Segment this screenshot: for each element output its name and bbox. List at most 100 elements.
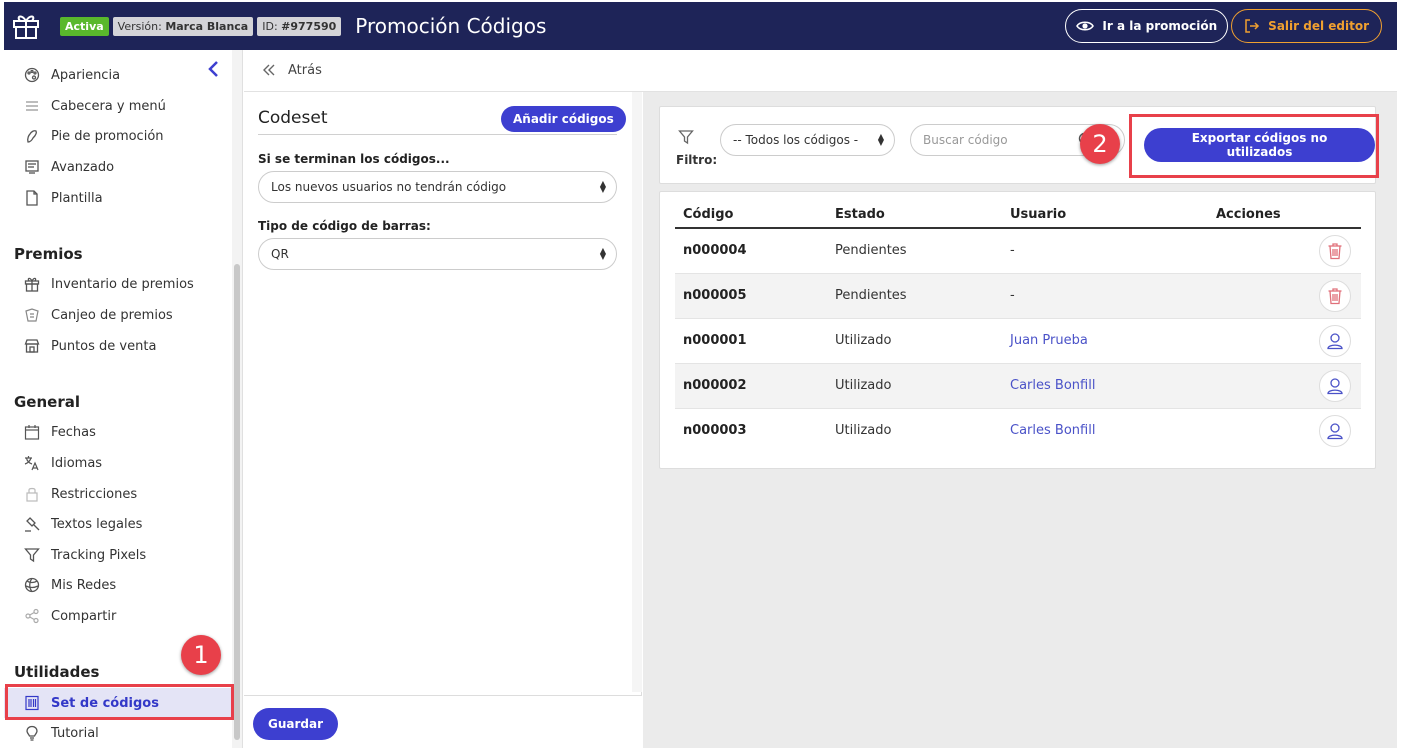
sidebar-item-textos-legales[interactable]: Textos legales [4, 509, 232, 539]
sidebar-item-tutorial[interactable]: Tutorial [4, 718, 232, 748]
go-to-promotion-button[interactable]: Ir a la promoción [1065, 9, 1229, 43]
version-badge: Versión: Marca Blanca [112, 16, 254, 36]
column-header-actions: Acciones [1216, 207, 1281, 222]
sidebar-item-label: Inventario de premios [51, 276, 194, 292]
column-header-state: Estado [835, 207, 885, 222]
panel-footer: Guardar [244, 695, 642, 748]
table-row: n000003 Utilizado Carles Bonfill [675, 409, 1361, 454]
code-filter-select[interactable]: -- Todos los códigos - ▲ ▼ [720, 124, 895, 156]
codeset-title: Codeset [258, 108, 328, 128]
code-cell: n000004 [683, 243, 747, 258]
end-behavior-select[interactable]: Los nuevos usuarios no tendrán código ▲ ▼ [258, 171, 617, 203]
column-header-user: Usuario [1010, 207, 1067, 222]
back-bar: Atrás [244, 50, 1397, 92]
user-link[interactable]: Carles Bonfill [1010, 378, 1095, 393]
barcode-type-label: Tipo de código de barras: [258, 219, 431, 233]
sidebar-item-label: Tracking Pixels [51, 547, 147, 563]
user-cell: - [1010, 288, 1015, 303]
sidebar-item-label: Tutorial [51, 725, 99, 741]
sidebar-item-label: Cabecera y menú [51, 98, 166, 114]
advanced-icon [23, 158, 41, 176]
sidebar-item-restricciones[interactable]: Restricciones [4, 479, 232, 509]
back-link[interactable]: Atrás [288, 63, 322, 78]
end-behavior-label: Si se terminan los códigos... [258, 152, 450, 166]
select-arrows-icon: ▲ ▼ [877, 132, 884, 147]
code-cell: n000005 [683, 288, 747, 303]
save-button[interactable]: Guardar [253, 708, 339, 740]
filter-label: Filtro: [676, 153, 718, 167]
section-heading-utilidades: Utilidades [14, 663, 100, 681]
sidebar-item-plantilla[interactable]: Plantilla [4, 183, 232, 213]
sidebar-item-label: Compartir [51, 608, 117, 624]
network-icon [23, 576, 41, 594]
highlight-box-export [1129, 114, 1379, 178]
state-cell: Pendientes [835, 243, 907, 258]
sidebar-item-label: Idiomas [51, 455, 103, 471]
exit-icon [1245, 19, 1260, 33]
panel-scrollbar[interactable] [632, 92, 642, 692]
exit-editor-label: Salir del editor [1268, 19, 1369, 33]
gift-logo-icon [4, 2, 48, 50]
code-cell: n000001 [683, 333, 747, 348]
codeset-panel: Codeset Añadir códigos Si se terminan lo… [244, 92, 642, 748]
add-codes-button[interactable]: Añadir códigos [501, 106, 626, 132]
sidebar-item-cabecera[interactable]: Cabecera y menú [4, 91, 232, 121]
sidebar-item-label: Apariencia [51, 67, 121, 83]
sidebar-item-label: Textos legales [51, 516, 143, 532]
user-icon[interactable] [1319, 325, 1351, 357]
select-arrows-icon: ▲ ▼ [599, 246, 606, 261]
user-link[interactable]: Juan Prueba [1010, 333, 1088, 348]
sidebar-item-pie[interactable]: Pie de promoción [4, 121, 232, 151]
user-icon[interactable] [1319, 370, 1351, 402]
sidebar-item-fechas[interactable]: Fechas [4, 417, 232, 447]
codes-area: Filtro: -- Todos los códigos - ▲ ▼ Buscar… [643, 92, 1397, 748]
code-cell: n000003 [683, 423, 747, 438]
user-cell: - [1010, 243, 1015, 258]
sidebar-item-tracking[interactable]: Tracking Pixels [4, 540, 232, 570]
code-cell: n000002 [683, 378, 747, 393]
template-icon [23, 189, 41, 207]
double-chevron-left-icon[interactable] [262, 62, 276, 80]
sidebar-item-canjeo[interactable]: Canjeo de premios [4, 300, 232, 330]
table-row: n000001 Utilizado Juan Prueba [675, 319, 1361, 364]
state-cell: Utilizado [835, 378, 892, 393]
barcode-type-select[interactable]: QR ▲ ▼ [258, 238, 617, 270]
step-marker-1: 1 [181, 635, 221, 675]
sidebar-item-label: Pie de promoción [51, 128, 164, 144]
sidebar-item-label: Puntos de venta [51, 338, 157, 354]
sidebar-item-mis-redes[interactable]: Mis Redes [4, 570, 232, 600]
sidebar-item-compartir[interactable]: Compartir [4, 601, 232, 631]
id-value: #977590 [281, 19, 337, 33]
sidebar-scrollbar-thumb[interactable] [234, 264, 240, 740]
sidebar-item-puntos[interactable]: Puntos de venta [4, 331, 232, 361]
lightbulb-icon [23, 724, 41, 742]
menu-icon [23, 97, 41, 115]
sidebar-item-label: Fechas [51, 424, 96, 440]
translate-icon [23, 454, 41, 472]
funnel-icon [678, 129, 694, 149]
sidebar-item-inventario[interactable]: Inventario de premios [4, 269, 232, 299]
sidebar-item-idiomas[interactable]: Idiomas [4, 448, 232, 478]
id-badge: ID: #977590 [257, 16, 342, 36]
trash-icon[interactable] [1319, 280, 1351, 312]
id-label: ID: [262, 19, 278, 33]
sidebar-item-label: Canjeo de premios [51, 307, 173, 323]
column-header-code: Código [683, 207, 734, 222]
redeem-icon [23, 306, 41, 324]
status-badge: Activa [60, 16, 109, 36]
sidebar-item-apariencia[interactable]: Apariencia [4, 60, 232, 90]
filter-card: Filtro: -- Todos los códigos - ▲ ▼ Buscar… [659, 106, 1379, 184]
eye-icon [1076, 21, 1095, 31]
trash-icon[interactable] [1319, 235, 1351, 267]
top-bar: Activa Versión: Marca Blanca ID: #977590… [4, 2, 1397, 50]
user-icon[interactable] [1319, 415, 1351, 447]
sidebar-item-avanzado[interactable]: Avanzado [4, 152, 232, 182]
funnel-icon [23, 546, 41, 564]
end-behavior-value: Los nuevos usuarios no tendrán código [271, 180, 507, 194]
user-link[interactable]: Carles Bonfill [1010, 423, 1095, 438]
sidebar-item-label: Avanzado [51, 159, 115, 175]
section-heading-general: General [14, 393, 80, 411]
exit-editor-button[interactable]: Salir del editor [1231, 9, 1382, 43]
calendar-icon [23, 423, 41, 441]
go-to-promotion-label: Ir a la promoción [1102, 19, 1218, 33]
